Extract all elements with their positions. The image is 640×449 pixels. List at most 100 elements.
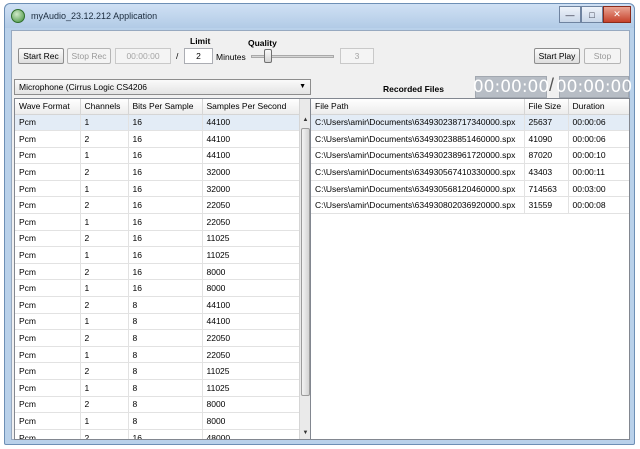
- files-table: File Path File Size Duration C:\Users\amir…: [311, 99, 629, 215]
- table-cell: 16: [128, 246, 203, 264]
- table-row[interactable]: Pcm 1 16 22050: [15, 213, 300, 231]
- table-cell: Pcm: [15, 180, 81, 198]
- table-row[interactable]: C:\Users\amir\Documents\6349305674103300…: [311, 163, 629, 181]
- stop-play-button[interactable]: Stop: [584, 48, 621, 64]
- table-cell: Pcm: [15, 130, 81, 148]
- table-cell: 8: [128, 379, 203, 397]
- table-row[interactable]: Pcm 2 16 8000: [15, 263, 300, 281]
- table-row[interactable]: C:\Users\amir\Documents\6349302388514600…: [311, 130, 629, 148]
- table-cell: 8: [128, 346, 203, 364]
- stop-rec-button[interactable]: Stop Rec: [67, 48, 111, 64]
- table-row[interactable]: Pcm 2 16 22050: [15, 196, 300, 215]
- table-cell: 00:00:10: [568, 147, 629, 165]
- table-cell: 2: [80, 362, 129, 380]
- formats-grid[interactable]: Wave Format Channels Bits Per Sample Sample…: [14, 98, 311, 440]
- table-row[interactable]: Pcm 2 8 8000: [15, 396, 300, 414]
- table-cell: 16: [128, 163, 203, 181]
- limit-input[interactable]: 2: [184, 48, 213, 64]
- table-row[interactable]: Pcm 2 8 44100: [15, 296, 300, 314]
- chevron-down-icon: ▼: [299, 83, 306, 90]
- quality-label: Quality: [248, 38, 277, 48]
- table-row[interactable]: Pcm 2 16 32000: [15, 163, 300, 181]
- table-cell: 2: [80, 329, 129, 347]
- table-cell: 1: [80, 346, 129, 364]
- table-row[interactable]: C:\Users\amir\Documents\6349308020369200…: [311, 196, 629, 215]
- table-cell: 44100: [202, 130, 300, 148]
- table-row[interactable]: Pcm 1 8 44100: [15, 313, 300, 331]
- table-cell: 8: [128, 313, 203, 331]
- table-row[interactable]: C:\Users\amir\Documents\6349302387173400…: [311, 114, 629, 132]
- table-cell: Pcm: [15, 313, 81, 331]
- table-row[interactable]: Pcm 2 16 11025: [15, 230, 300, 248]
- table-cell: 16: [128, 263, 203, 281]
- file-column-header[interactable]: File Path: [311, 99, 525, 115]
- minimize-icon[interactable]: —: [559, 6, 581, 23]
- quality-value-field: 3: [340, 48, 374, 64]
- format-column-header[interactable]: Samples Per Second: [202, 99, 300, 115]
- table-cell: Pcm: [15, 379, 81, 397]
- table-cell: 32000: [202, 180, 300, 198]
- table-row[interactable]: Pcm 2 8 22050: [15, 329, 300, 347]
- table-row[interactable]: Pcm 1 8 11025: [15, 379, 300, 397]
- window-title: myAudio_23.12.212 Application: [31, 11, 158, 21]
- table-cell: 44100: [202, 313, 300, 331]
- table-cell: 2: [80, 396, 129, 414]
- table-cell: 16: [128, 230, 203, 248]
- maximize-icon[interactable]: □: [581, 6, 603, 23]
- quality-slider-thumb[interactable]: [264, 49, 272, 63]
- table-row[interactable]: Pcm 1 16 11025: [15, 246, 300, 264]
- table-row[interactable]: Pcm 1 8 22050: [15, 346, 300, 364]
- table-cell: Pcm: [15, 346, 81, 364]
- table-cell: 22050: [202, 213, 300, 231]
- start-play-button[interactable]: Start Play: [534, 48, 580, 64]
- table-cell: 16: [128, 130, 203, 148]
- table-cell: 00:00:08: [568, 196, 629, 215]
- app-window: myAudio_23.12.212 Application — □ ✕ Star…: [4, 3, 635, 445]
- device-select-value: Microphone (Cirrus Logic CS4206: [19, 82, 148, 92]
- table-row[interactable]: Pcm 1 16 8000: [15, 279, 300, 298]
- table-row[interactable]: Pcm 2 8 11025: [15, 362, 300, 380]
- close-icon[interactable]: ✕: [603, 6, 631, 23]
- table-cell: 2: [80, 163, 129, 181]
- table-cell: 00:00:11: [568, 163, 629, 181]
- app-icon: [11, 9, 25, 23]
- format-column-header[interactable]: Channels: [80, 99, 129, 115]
- table-row[interactable]: Pcm 1 8 8000: [15, 412, 300, 430]
- table-row[interactable]: Pcm 1 16 44100: [15, 114, 300, 132]
- table-cell: 44100: [202, 147, 300, 165]
- table-cell: 22050: [202, 346, 300, 364]
- table-cell: 8000: [202, 412, 300, 430]
- file-column-header[interactable]: Duration: [568, 99, 629, 115]
- table-cell: 48000: [202, 429, 300, 439]
- table-cell: 22050: [202, 329, 300, 347]
- table-row[interactable]: Pcm 1 16 44100: [15, 147, 300, 165]
- table-cell: 1: [80, 114, 129, 132]
- table-cell: 8: [128, 412, 203, 430]
- table-cell: 8000: [202, 396, 300, 414]
- table-cell: 8: [128, 396, 203, 414]
- table-cell: 1: [80, 313, 129, 331]
- scroll-thumb[interactable]: [301, 128, 310, 396]
- table-cell: Pcm: [15, 230, 81, 248]
- file-column-header[interactable]: File Size: [524, 99, 569, 115]
- table-row[interactable]: C:\Users\amir\Documents\6349305681204600…: [311, 180, 629, 198]
- format-column-header[interactable]: Wave Format: [15, 99, 81, 115]
- device-select[interactable]: Microphone (Cirrus Logic CS4206 ▼: [14, 79, 311, 95]
- title-bar[interactable]: myAudio_23.12.212 Application — □ ✕: [5, 4, 634, 28]
- table-row[interactable]: Pcm 2 16 44100: [15, 130, 300, 148]
- table-cell: Pcm: [15, 163, 81, 181]
- format-column-header[interactable]: Bits Per Sample: [128, 99, 203, 115]
- table-cell: 2: [80, 196, 129, 215]
- table-row[interactable]: Pcm 1 16 32000: [15, 180, 300, 198]
- table-row[interactable]: Pcm 2 16 48000: [15, 429, 300, 439]
- table-cell: Pcm: [15, 429, 81, 439]
- table-cell: 1: [80, 279, 129, 298]
- timer-slash: /: [549, 75, 555, 95]
- minutes-label: Minutes: [216, 52, 246, 62]
- table-cell: Pcm: [15, 263, 81, 281]
- recorded-files-grid[interactable]: File Path File Size Duration C:\Users\amir…: [310, 98, 630, 440]
- start-rec-button[interactable]: Start Rec: [18, 48, 64, 64]
- table-cell: Pcm: [15, 412, 81, 430]
- table-row[interactable]: C:\Users\amir\Documents\6349302389617200…: [311, 147, 629, 165]
- table-cell: 8: [128, 362, 203, 380]
